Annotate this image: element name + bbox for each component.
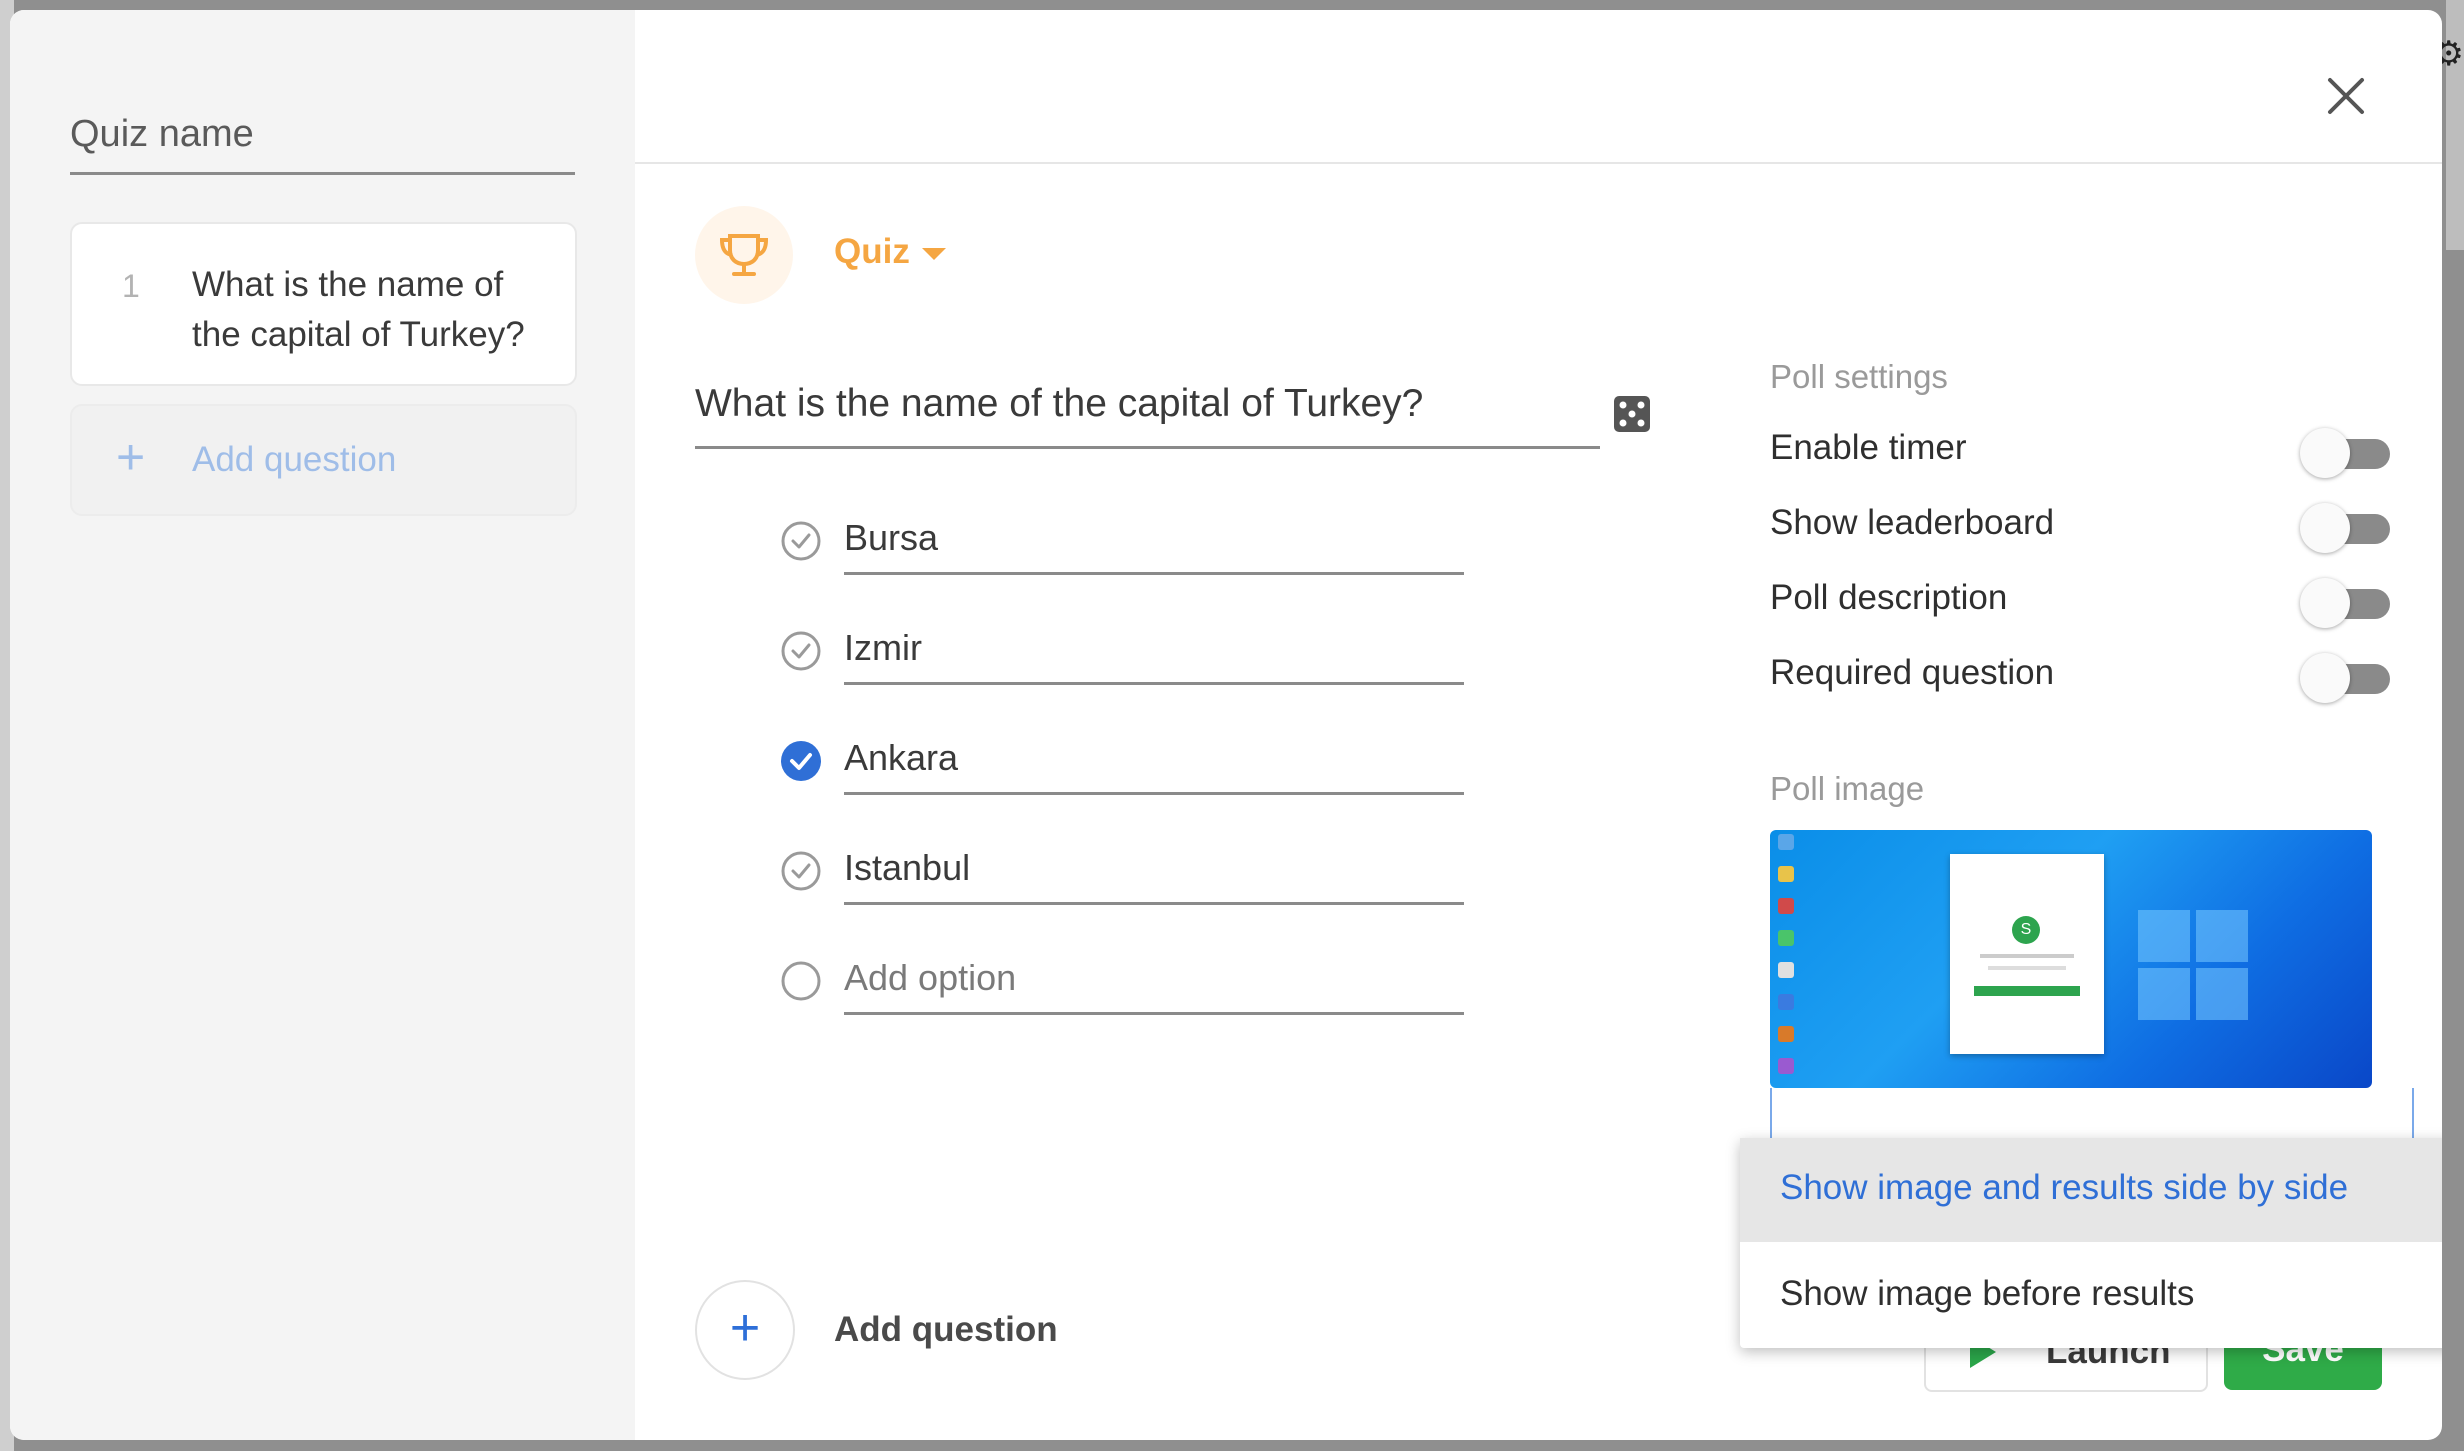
add-question-button[interactable]: + bbox=[695, 1280, 795, 1380]
setting-label: Required question bbox=[1770, 653, 2055, 692]
answer-option: Izmir bbox=[780, 616, 1480, 696]
enable-timer-toggle[interactable] bbox=[2300, 428, 2390, 478]
add-question-label[interactable]: Add question bbox=[834, 1310, 1058, 1350]
windows-logo-icon bbox=[2138, 910, 2248, 1020]
setting-required-question: Required question bbox=[1770, 647, 2400, 707]
answer-option: Bursa bbox=[780, 506, 1480, 586]
menu-item-image-before-results[interactable]: Show image before results bbox=[1740, 1244, 2442, 1348]
question-title: What is the name of the capital of Turke… bbox=[192, 265, 525, 354]
menu-item-label: Show image and results side by side bbox=[1780, 1168, 2349, 1207]
poll-image-title: Poll image bbox=[1770, 770, 1925, 807]
question-list-item[interactable]: 1 What is the name of the capital of Tur… bbox=[70, 222, 577, 386]
setting-label: Poll description bbox=[1770, 578, 2008, 617]
check-circle-icon[interactable] bbox=[780, 630, 822, 672]
slido-logo-icon: S bbox=[2012, 916, 2040, 944]
image-app-window: S bbox=[1950, 854, 2104, 1054]
question-sidebar: Quiz name 1 What is the name of the capi… bbox=[10, 10, 635, 1440]
required-question-toggle[interactable] bbox=[2300, 653, 2390, 703]
trophy-icon bbox=[719, 234, 769, 276]
question-input[interactable]: What is the name of the capital of Turke… bbox=[695, 376, 1600, 449]
sidebar-add-question-button[interactable]: + Add question bbox=[70, 404, 577, 516]
add-question-label: Add question bbox=[192, 440, 397, 479]
option-input[interactable]: Bursa bbox=[844, 506, 1464, 575]
option-input[interactable]: Izmir bbox=[844, 616, 1464, 685]
close-icon[interactable] bbox=[2316, 66, 2376, 126]
header-divider bbox=[635, 162, 2442, 164]
setting-label: Show leaderboard bbox=[1770, 503, 2055, 542]
poll-image-thumbnail[interactable]: S bbox=[1770, 830, 2372, 1088]
image-display-select[interactable] bbox=[1770, 1088, 2414, 1140]
poll-description-toggle[interactable] bbox=[2300, 578, 2390, 628]
option-input[interactable]: Istanbul bbox=[844, 836, 1464, 905]
setting-label: Enable timer bbox=[1770, 428, 1967, 467]
poll-type-dropdown[interactable]: Quiz bbox=[834, 232, 910, 272]
setting-poll-description: Poll description bbox=[1770, 572, 2400, 632]
empty-circle-icon bbox=[781, 961, 821, 1001]
check-circle-icon[interactable] bbox=[780, 520, 822, 562]
menu-item-label: Show image before results bbox=[1780, 1274, 2195, 1313]
add-option-row: Add option bbox=[780, 946, 1480, 1026]
setting-show-leaderboard: Show leaderboard bbox=[1770, 497, 2400, 557]
plus-icon: + bbox=[116, 429, 146, 485]
question-number: 1 bbox=[122, 268, 140, 304]
menu-item-side-by-side[interactable]: Show image and results side by side bbox=[1740, 1138, 2442, 1242]
add-option-input[interactable]: Add option bbox=[844, 946, 1464, 1015]
chevron-down-icon[interactable] bbox=[922, 248, 946, 260]
plus-icon: + bbox=[729, 1299, 761, 1357]
check-circle-icon[interactable] bbox=[780, 850, 822, 892]
quiz-name-input[interactable]: Quiz name bbox=[70, 106, 575, 175]
setting-enable-timer: Enable timer bbox=[1770, 422, 2400, 482]
answer-option-correct: Ankara bbox=[780, 726, 1480, 806]
quiz-editor-modal: Quiz name 1 What is the name of the capi… bbox=[10, 10, 2442, 1440]
check-circle-icon[interactable] bbox=[780, 740, 822, 782]
dice-icon[interactable] bbox=[1612, 394, 1652, 434]
option-input[interactable]: Ankara bbox=[844, 726, 1464, 795]
poll-settings-title: Poll settings bbox=[1770, 358, 1948, 395]
image-display-menu: Show image and results side by side Show… bbox=[1740, 1138, 2442, 1348]
show-leaderboard-toggle[interactable] bbox=[2300, 503, 2390, 553]
poll-type-badge bbox=[695, 206, 793, 304]
desktop-icons bbox=[1774, 834, 1800, 1084]
answer-option: Istanbul bbox=[780, 836, 1480, 916]
